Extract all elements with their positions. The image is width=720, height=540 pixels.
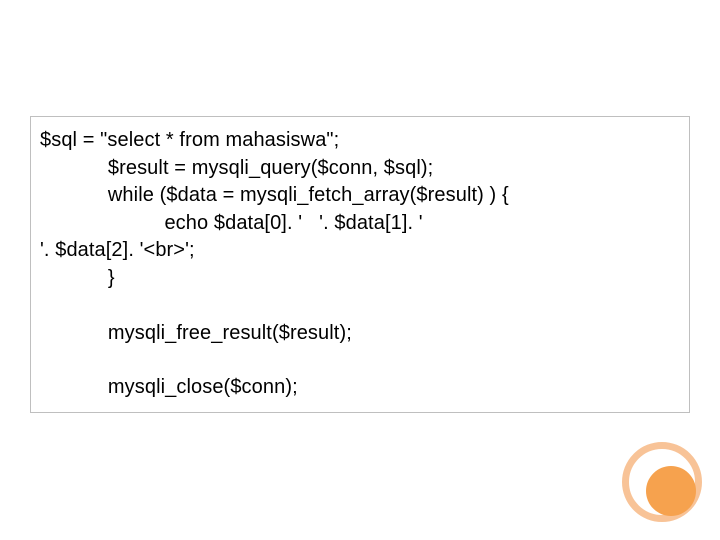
code-line-3: while ($data = mysqli_fetch_array($resul… xyxy=(40,182,683,210)
blank-line xyxy=(40,293,683,320)
code-line-5: '. $data[2]. '<br>'; xyxy=(40,237,683,265)
slide: $sql = "select * from mahasiswa"; $resul… xyxy=(0,0,720,540)
code-line-1: $sql = "select * from mahasiswa"; xyxy=(40,127,683,155)
disc-icon xyxy=(646,466,696,516)
code-line-6: } xyxy=(40,265,683,293)
code-line-7: mysqli_free_result($result); xyxy=(40,320,683,348)
blank-line xyxy=(40,347,683,374)
code-line-8: mysqli_close($conn); xyxy=(40,374,683,402)
code-textbox: $sql = "select * from mahasiswa"; $resul… xyxy=(30,116,690,413)
code-line-4: echo $data[0]. ' '. $data[1]. ' xyxy=(40,210,683,238)
decorative-circles xyxy=(622,442,702,522)
code-line-2: $result = mysqli_query($conn, $sql); xyxy=(40,155,683,183)
